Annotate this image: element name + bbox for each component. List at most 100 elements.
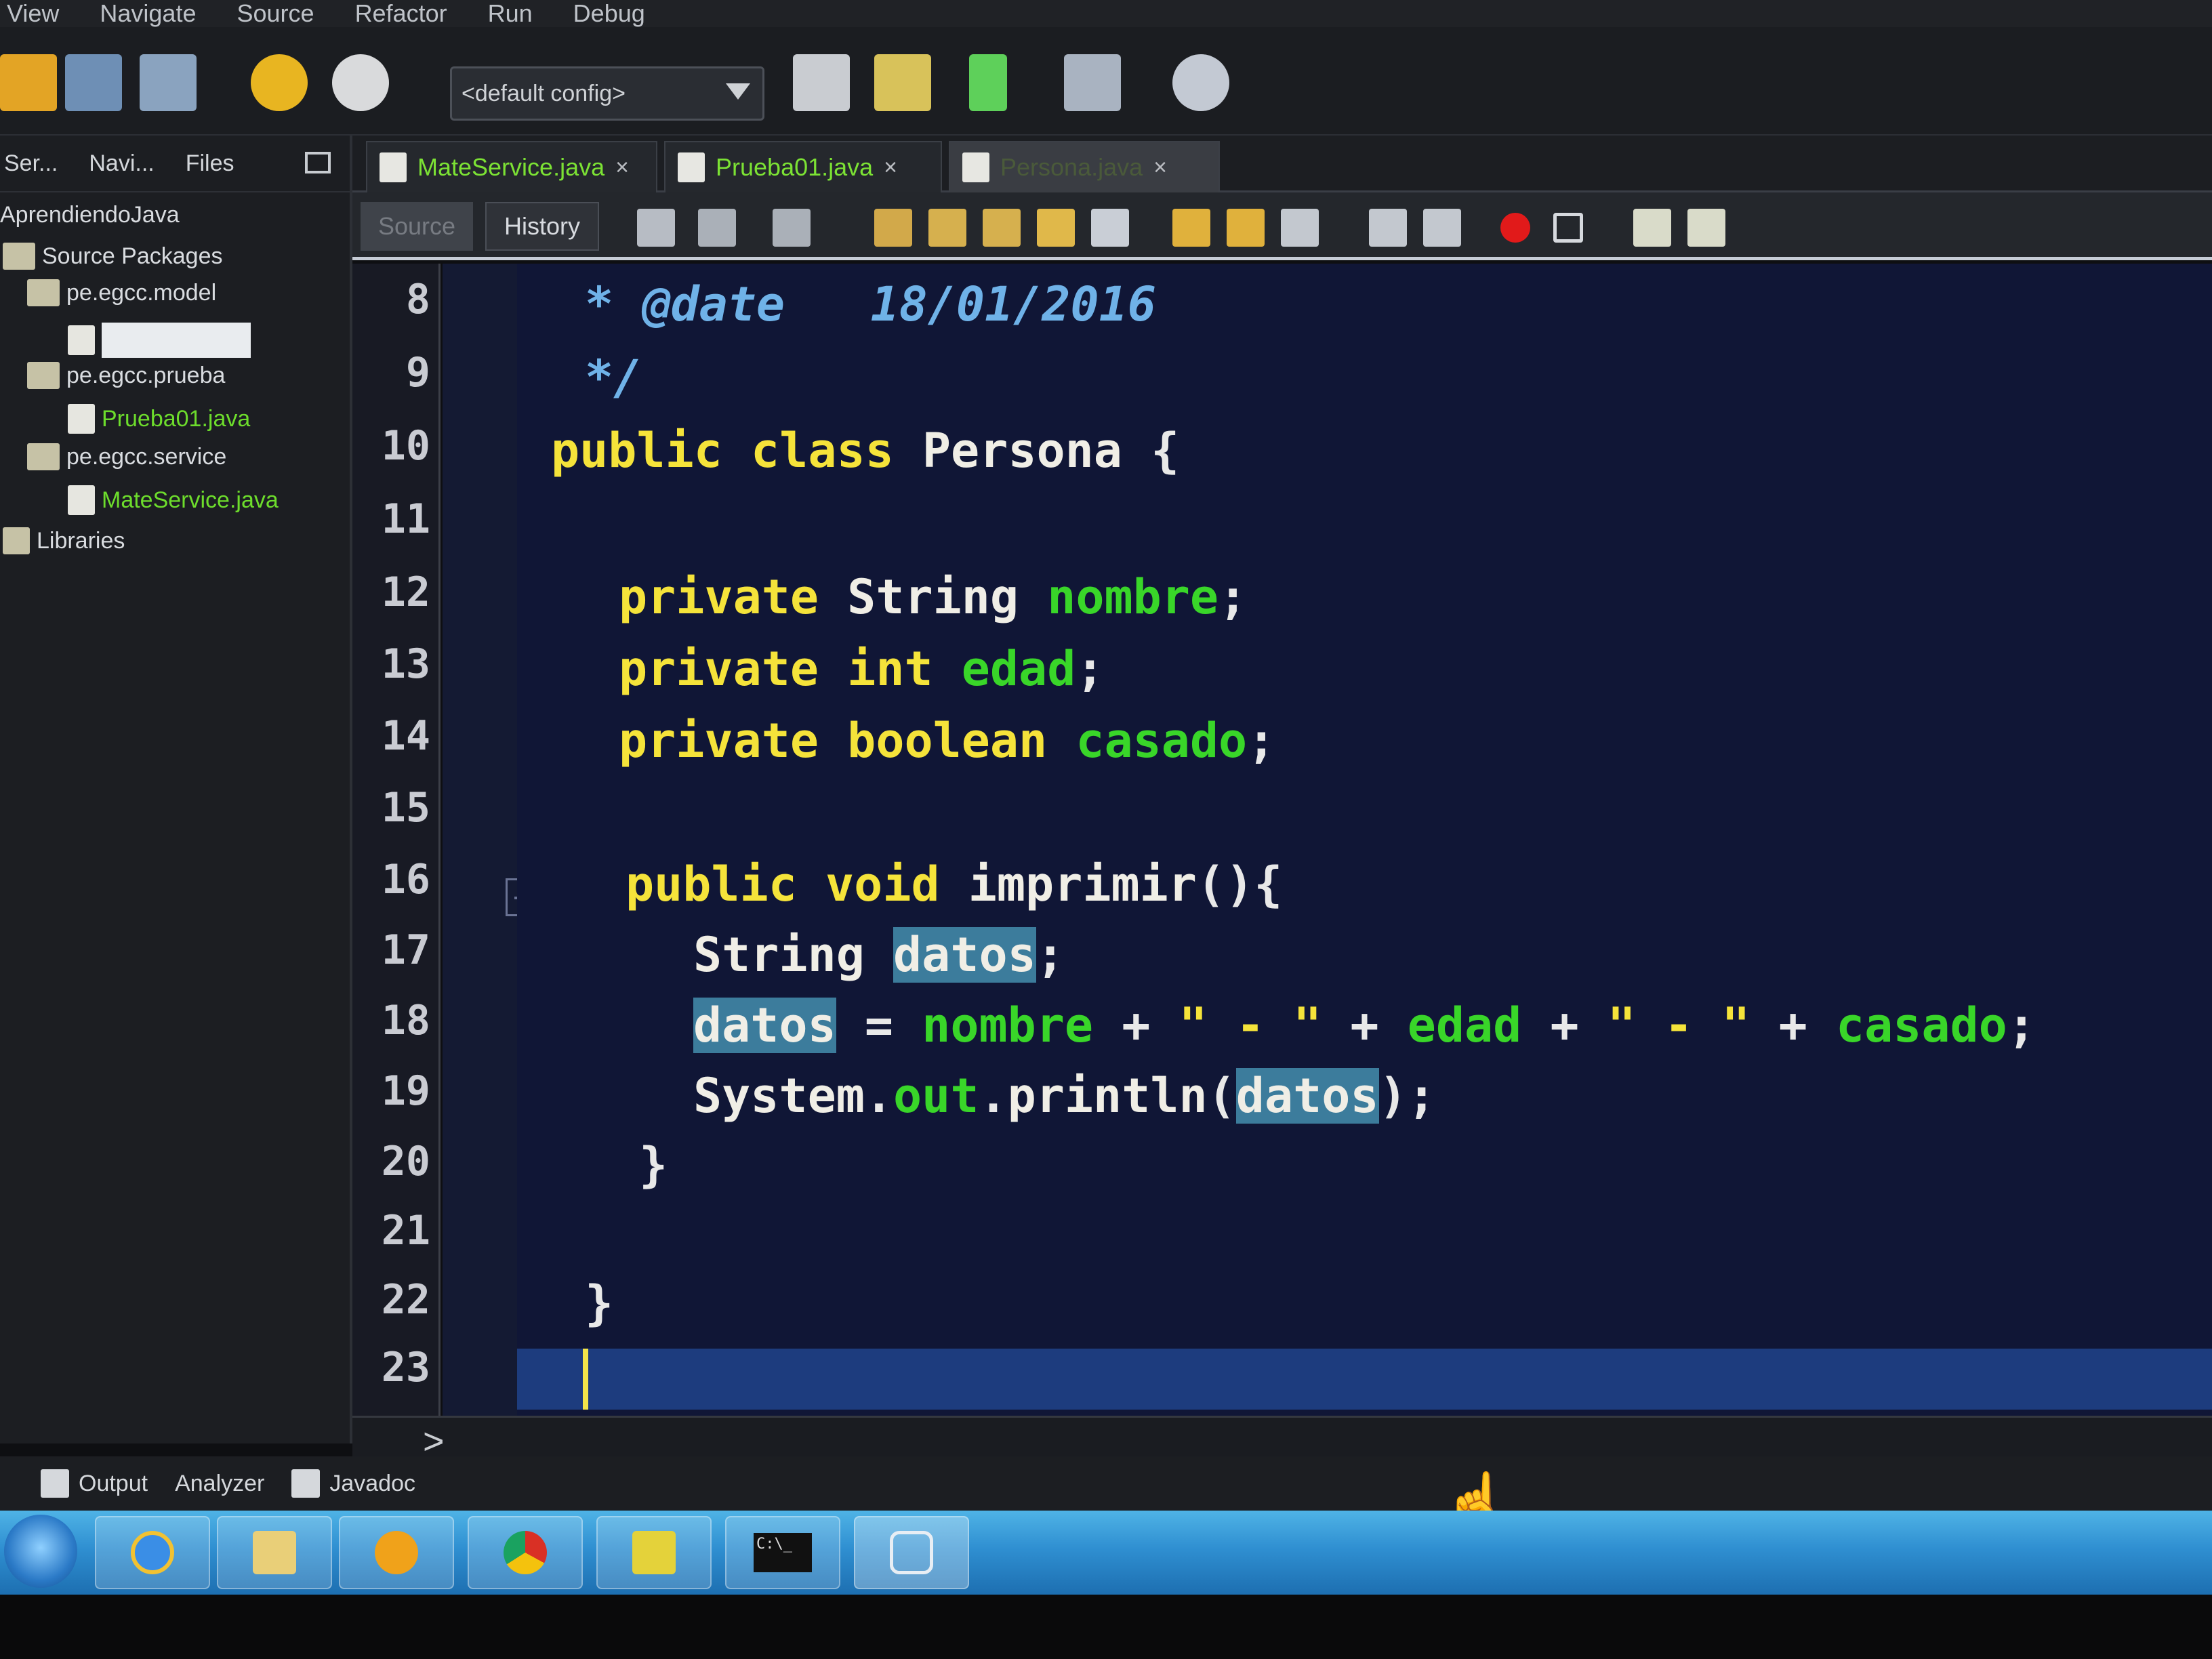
close-icon[interactable]: × bbox=[1153, 155, 1167, 181]
tab-files[interactable]: Files bbox=[186, 150, 234, 177]
tab-persona[interactable]: Persona.java × bbox=[949, 141, 1220, 192]
package-icon bbox=[27, 362, 60, 389]
editor-scrollbar[interactable]: > bbox=[352, 1416, 2212, 1462]
undo-icon[interactable] bbox=[251, 54, 308, 111]
output-icon bbox=[41, 1469, 69, 1498]
code-line-22: } bbox=[585, 1275, 614, 1331]
tree-file-persona[interactable] bbox=[68, 323, 251, 358]
tree-package-service[interactable]: pe.egcc.service bbox=[27, 443, 226, 470]
source-button[interactable]: Source bbox=[361, 202, 474, 251]
next-bookmark-icon[interactable] bbox=[1227, 209, 1265, 247]
taskbar-netbeans[interactable] bbox=[854, 1516, 969, 1589]
record-macro-icon[interactable] bbox=[1500, 213, 1530, 243]
uncomment-icon[interactable] bbox=[1687, 209, 1725, 247]
tab-mateservice[interactable]: MateService.java × bbox=[366, 141, 657, 192]
netbeans-icon bbox=[890, 1531, 933, 1574]
history-button[interactable]: History bbox=[485, 202, 600, 251]
code-line-17: String datos; bbox=[693, 927, 1065, 983]
taskbar-media-player[interactable] bbox=[339, 1516, 454, 1589]
internet-explorer-icon bbox=[131, 1531, 174, 1574]
config-select[interactable]: <default config> bbox=[450, 66, 764, 121]
build-icon[interactable] bbox=[793, 54, 850, 111]
profile-icon[interactable] bbox=[1172, 54, 1229, 111]
tree-project[interactable]: AprendiendoJava bbox=[0, 202, 180, 228]
tab-services[interactable]: Ser... bbox=[4, 150, 58, 177]
editor-toolbar: Source History bbox=[352, 192, 2212, 260]
menu-debug[interactable]: Debug bbox=[573, 0, 645, 28]
code-line-19: System.out.println(datos); bbox=[693, 1068, 1436, 1124]
tab-navigator[interactable]: Navi... bbox=[89, 150, 154, 177]
start-button[interactable] bbox=[4, 1515, 77, 1588]
javadoc-icon bbox=[291, 1469, 321, 1498]
library-icon bbox=[3, 527, 30, 554]
toggle-bookmark-icon[interactable] bbox=[1281, 209, 1319, 247]
fold-margin bbox=[443, 264, 517, 1416]
text-caret bbox=[583, 1349, 588, 1410]
taskbar-chart-app[interactable] bbox=[596, 1516, 712, 1589]
last-edit-icon[interactable] bbox=[637, 209, 675, 247]
taskbar-internet-explorer[interactable] bbox=[95, 1516, 210, 1589]
menu-refactor[interactable]: Refactor bbox=[355, 0, 447, 28]
comment-icon[interactable] bbox=[1633, 209, 1671, 247]
find-next-icon[interactable] bbox=[983, 209, 1021, 247]
previous-bookmark-icon[interactable] bbox=[1172, 209, 1210, 247]
chevron-down-icon bbox=[726, 83, 750, 100]
tab-analyzer[interactable]: Analyzer bbox=[175, 1471, 264, 1497]
config-value: <default config> bbox=[462, 80, 626, 106]
shift-left-icon[interactable] bbox=[1369, 209, 1407, 247]
open-project-icon[interactable] bbox=[65, 54, 122, 111]
find-previous-icon[interactable] bbox=[928, 209, 966, 247]
tree-package-prueba[interactable]: pe.egcc.prueba bbox=[27, 362, 225, 389]
java-file-icon bbox=[678, 152, 705, 182]
menu-source[interactable]: Source bbox=[237, 0, 314, 28]
tree-package-model[interactable]: pe.egcc.model bbox=[27, 279, 216, 306]
tree-source-packages[interactable]: Source Packages bbox=[3, 243, 223, 270]
line-number: 19 bbox=[381, 1067, 430, 1115]
redo-icon[interactable] bbox=[332, 54, 389, 111]
tree-libraries[interactable]: Libraries bbox=[3, 527, 125, 554]
debug-icon[interactable] bbox=[1064, 54, 1121, 111]
toggle-rect-selection-icon[interactable] bbox=[1091, 209, 1129, 247]
line-number: 9 bbox=[405, 349, 430, 396]
menu-view[interactable]: View bbox=[7, 0, 59, 28]
close-icon[interactable]: × bbox=[884, 155, 897, 181]
tab-prueba01[interactable]: Prueba01.java × bbox=[664, 141, 942, 192]
line-number-gutter: 8 9 10 11 12 13 14 15 16 17 18 19 20 21 … bbox=[352, 264, 441, 1416]
tab-output[interactable]: Output bbox=[41, 1469, 148, 1498]
code-line-20: } bbox=[639, 1137, 668, 1193]
package-icon bbox=[27, 443, 60, 470]
forward-icon[interactable] bbox=[773, 209, 811, 247]
code-line-9: */ bbox=[585, 350, 642, 405]
chrome-icon bbox=[504, 1531, 547, 1574]
save-all-icon[interactable] bbox=[140, 54, 197, 111]
back-icon[interactable] bbox=[698, 209, 736, 247]
find-selection-icon[interactable] bbox=[874, 209, 912, 247]
tab-javadoc[interactable]: Javadoc bbox=[291, 1469, 415, 1498]
line-number: 11 bbox=[381, 495, 430, 543]
code-line-16: public void imprimir(){ bbox=[626, 857, 1283, 912]
folder-icon bbox=[253, 1531, 296, 1574]
taskbar-file-explorer[interactable] bbox=[217, 1516, 332, 1589]
shift-right-icon[interactable] bbox=[1423, 209, 1461, 247]
tree-file-prueba01[interactable]: Prueba01.java bbox=[68, 404, 250, 434]
menu-run[interactable]: Run bbox=[488, 0, 533, 28]
run-icon[interactable] bbox=[969, 54, 1007, 111]
stop-macro-icon[interactable] bbox=[1553, 213, 1583, 243]
toggle-highlight-icon[interactable] bbox=[1037, 209, 1075, 247]
code-line-18: datos = nombre + " - " + edad + " - " + … bbox=[693, 998, 2036, 1053]
minimize-icon[interactable] bbox=[305, 152, 331, 173]
tree-file-mateservice[interactable]: MateService.java bbox=[68, 485, 279, 515]
line-number: 22 bbox=[381, 1276, 430, 1324]
taskbar-command-prompt[interactable]: C:\_ bbox=[725, 1516, 840, 1589]
code-editor[interactable]: * @date 18/01/2016 */ public class Perso… bbox=[517, 264, 2212, 1416]
taskbar-chrome[interactable] bbox=[468, 1516, 583, 1589]
java-file-icon bbox=[68, 325, 95, 355]
line-number: 12 bbox=[381, 569, 430, 616]
line-number: 16 bbox=[381, 856, 430, 903]
menu-navigate[interactable]: Navigate bbox=[100, 0, 196, 28]
code-line-12: private String nombre; bbox=[619, 569, 1248, 625]
new-project-icon[interactable] bbox=[0, 54, 57, 111]
line-number: 10 bbox=[381, 422, 430, 470]
close-icon[interactable]: × bbox=[615, 155, 629, 181]
clean-build-icon[interactable] bbox=[874, 54, 931, 111]
